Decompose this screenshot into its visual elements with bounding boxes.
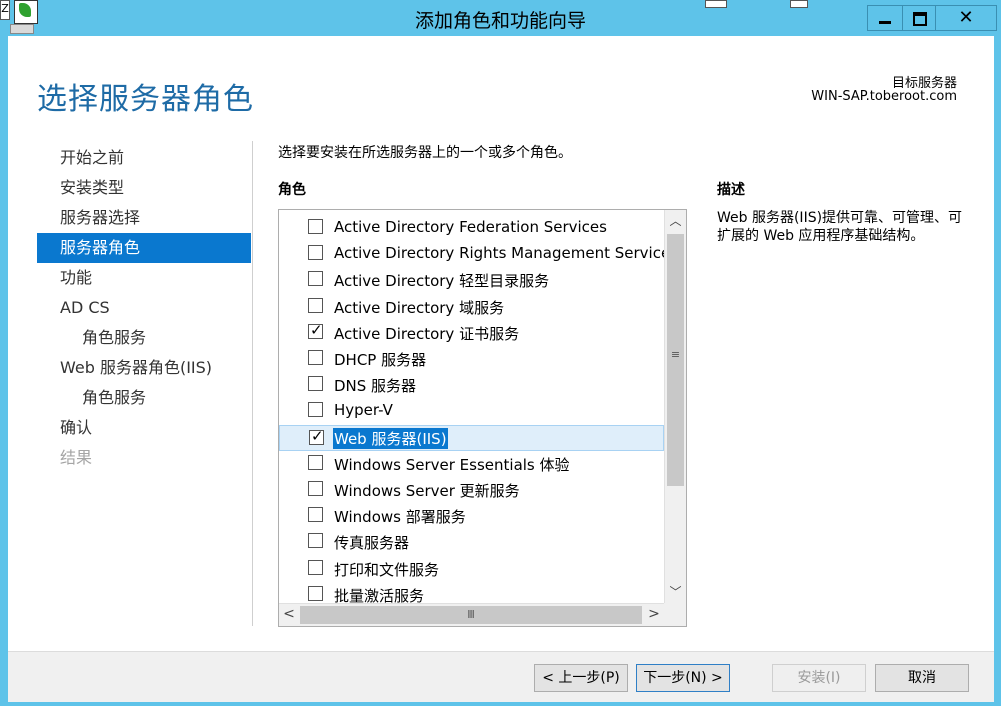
role-checkbox[interactable]: ✓ (308, 320, 323, 339)
role-row[interactable]: 批量激活服务 (279, 582, 664, 603)
role-checkbox[interactable] (308, 481, 323, 496)
vertical-scroll-thumb[interactable]: ≡ (667, 234, 684, 486)
role-label: Hyper-V (334, 401, 393, 420)
grip-icon: ≡ (670, 348, 681, 361)
role-checkbox[interactable] (308, 507, 323, 523)
scroll-down-icon[interactable]: ﹀ (665, 581, 686, 603)
role-label: 打印和文件服务 (334, 560, 440, 579)
close-button[interactable]: ✕ (935, 5, 997, 31)
maximize-button[interactable] (902, 5, 936, 31)
role-checkbox[interactable] (308, 350, 323, 365)
role-label: DNS 服务器 (334, 377, 417, 396)
role-label: Active Directory Rights Management Servi… (334, 244, 664, 263)
role-row[interactable]: Windows Server Essentials 体验 (279, 451, 664, 477)
role-checkbox[interactable] (308, 585, 323, 601)
nav-item[interactable]: 服务器选择 (37, 203, 251, 233)
role-row[interactable]: 传真服务器 (279, 529, 664, 555)
checkmark-icon: ✓ (311, 426, 324, 445)
minimize-button[interactable] (867, 5, 903, 31)
nav-item: 结果 (60, 448, 93, 467)
horizontal-scrollbar[interactable]: < Ⅲ > (279, 603, 664, 626)
role-checkbox[interactable] (308, 559, 323, 575)
role-row[interactable]: ✓ Active Directory 证书服务 (279, 320, 664, 346)
nav-item[interactable]: 开始之前 (37, 143, 251, 173)
role-row[interactable]: Hyper-V (279, 398, 664, 424)
role-row[interactable]: ✓ Web 服务器(IIS) (279, 424, 664, 451)
role-label: Web 服务器(IIS) (333, 427, 448, 449)
role-checkbox[interactable] (308, 245, 323, 261)
horizontal-scroll-thumb[interactable]: Ⅲ (300, 606, 642, 624)
role-checkbox[interactable] (308, 402, 323, 418)
nav-item[interactable]: AD CS (37, 293, 251, 323)
nav-divider (252, 141, 253, 626)
scroll-right-icon[interactable]: > (644, 604, 664, 626)
role-label: 批量激活服务 (334, 586, 425, 603)
scrollbar-corner (664, 603, 686, 626)
role-row[interactable]: Windows 部署服务 (279, 503, 664, 529)
close-icon: ✕ (958, 7, 974, 28)
role-checkbox[interactable] (308, 533, 323, 549)
nav-item[interactable]: 确认 (37, 413, 251, 443)
role-row[interactable]: Windows Server 更新服务 (279, 477, 664, 503)
role-row[interactable]: Active Directory Rights Management Servi… (279, 241, 664, 267)
role-label: 传真服务器 (334, 534, 410, 553)
role-row[interactable]: Active Directory Federation Services (279, 215, 664, 241)
description-text: Web 服务器(IIS)提供可靠、可管理、可扩展的 Web 应用程序基础结构。 (717, 210, 963, 244)
role-label: Windows Server Essentials 体验 (334, 455, 570, 474)
target-server-name: WIN-SAP.toberoot.com (811, 89, 957, 104)
nav-item[interactable]: 安装类型 (37, 173, 251, 203)
install-button[interactable]: 安装(I) (772, 664, 866, 692)
role-label: Active Directory 轻型目录服务 (334, 272, 550, 291)
role-label: Active Directory 域服务 (334, 298, 505, 317)
roles-list-box[interactable]: Active Directory Federation Services Acti… (278, 209, 687, 627)
nav-item[interactable]: 服务器角色 (37, 233, 251, 263)
role-label: DHCP 服务器 (334, 351, 427, 369)
nav-item[interactable]: 角色服务 (37, 383, 251, 413)
roles-header: 角色 (278, 182, 306, 198)
role-checkbox[interactable] (308, 271, 323, 287)
role-label: Windows 部署服务 (334, 508, 466, 527)
role-row[interactable]: 打印和文件服务 (279, 556, 664, 582)
role-checkbox[interactable]: ✓ (309, 426, 324, 445)
scroll-left-icon[interactable]: < (279, 604, 299, 626)
role-label: Windows Server 更新服务 (334, 482, 520, 500)
role-checkbox[interactable] (308, 219, 323, 234)
role-label: Active Directory 证书服务 (334, 324, 520, 343)
title-bar[interactable]: Z 添加角色和功能向导 ✕ (0, 0, 1001, 36)
nav-item[interactable]: 功能 (37, 263, 251, 293)
previous-button[interactable]: < 上一步(P) (534, 664, 628, 692)
wizard-nav: 开始之前 安装类型 服务器选择 服务器角色 功能 AD CS 角色服务 Web 服务器角色(I… (37, 143, 251, 473)
role-row[interactable]: Active Directory 域服务 (279, 294, 664, 320)
role-row[interactable]: DNS 服务器 (279, 372, 664, 398)
role-checkbox[interactable] (308, 454, 323, 470)
roles-list[interactable]: Active Directory Federation Services Acti… (279, 210, 664, 603)
vertical-scrollbar[interactable]: ︿ ≡ ﹀ (664, 210, 686, 603)
page-title: 选择服务器角色 (37, 82, 254, 117)
checkmark-icon: ✓ (310, 320, 323, 339)
minimize-icon (879, 21, 891, 24)
scroll-up-icon[interactable]: ︿ (665, 210, 686, 232)
wizard-window: Z 添加角色和功能向导 ✕ 选择服务器角色 目标服务器 WIN-SAP.tobe… (0, 0, 1001, 706)
wizard-content: 选择服务器角色 目标服务器 WIN-SAP.toberoot.com 开始之前安… (8, 36, 994, 651)
role-checkbox[interactable] (308, 297, 323, 313)
role-row[interactable]: Active Directory 轻型目录服务 (279, 267, 664, 293)
window-title: 添加角色和功能向导 (414, 10, 586, 32)
nav-item[interactable]: 角色服务 (37, 323, 251, 353)
role-checkbox[interactable] (308, 376, 323, 392)
cancel-button[interactable]: 取消 (875, 664, 969, 692)
wizard-footer: < 上一步(P) 下一步(N) > 安装(I) 取消 (8, 651, 994, 702)
description-header: 描述 (717, 182, 745, 198)
role-row[interactable]: DHCP 服务器 (279, 346, 664, 372)
nav-item[interactable]: Web 服务器角色(IIS) (37, 353, 251, 383)
maximize-icon (913, 12, 927, 26)
grip-icon: Ⅲ (467, 608, 475, 621)
instruction-text: 选择要安装在所选服务器上的一个或多个角色。 (278, 145, 572, 161)
next-button[interactable]: 下一步(N) > (636, 664, 730, 692)
role-label: Active Directory Federation Services (334, 218, 607, 236)
